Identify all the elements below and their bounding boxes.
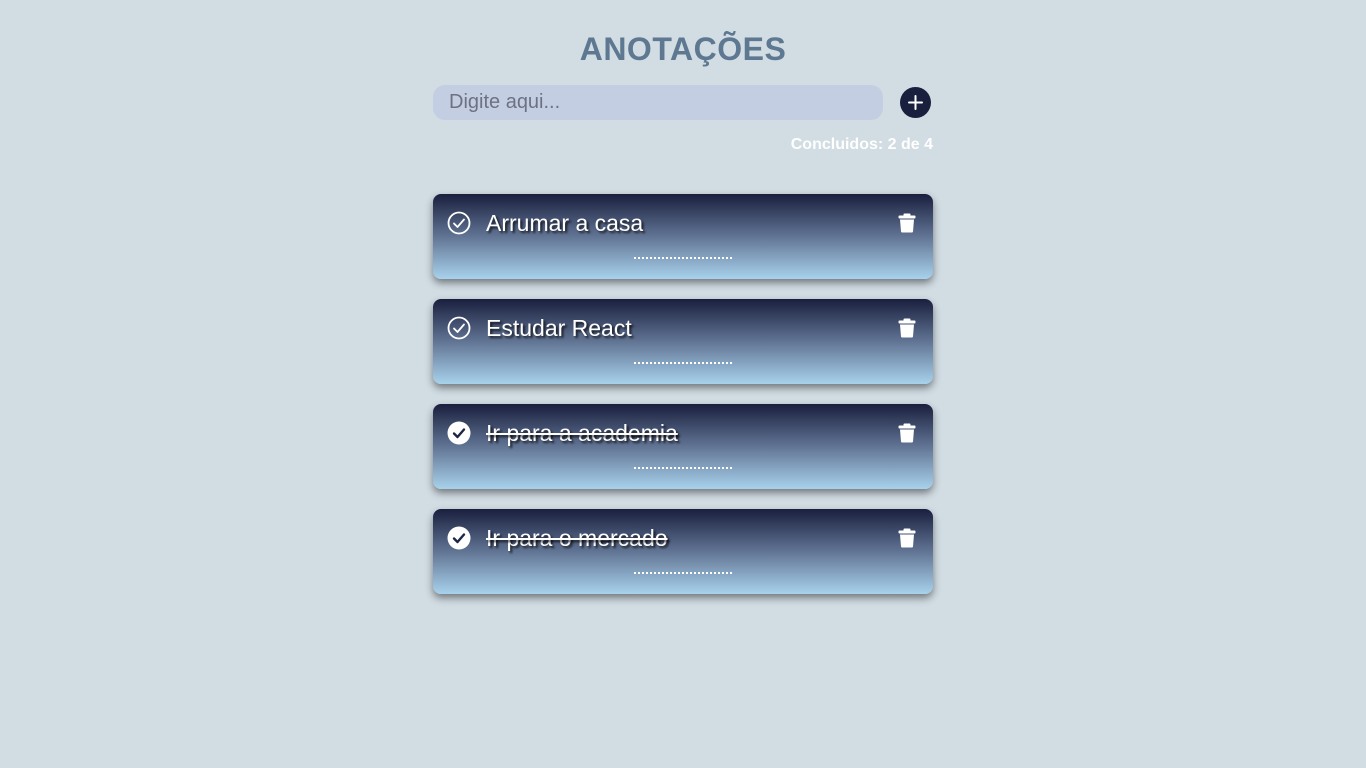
- new-task-row: [433, 85, 933, 120]
- completed-counter: Concluidos: 2 de 4: [790, 136, 933, 153]
- trash-icon[interactable]: [898, 423, 916, 443]
- task-text: Arrumar a casa: [486, 210, 644, 236]
- new-task-input[interactable]: [433, 85, 883, 120]
- task-card: Arrumar a casa: [433, 194, 933, 279]
- check-circle-icon[interactable]: [447, 316, 471, 340]
- check-circle-icon[interactable]: [447, 211, 471, 235]
- check-circle-filled-icon[interactable]: [447, 421, 471, 445]
- task-card: Estudar React: [433, 299, 933, 384]
- task-card: Ir para o mercado: [433, 509, 933, 594]
- check-circle-filled-icon[interactable]: [447, 526, 471, 550]
- task-text: Ir para a academia: [486, 420, 678, 446]
- task-text: Ir para o mercado: [486, 525, 668, 551]
- trash-icon[interactable]: [898, 528, 916, 548]
- task-text: Estudar React: [486, 315, 632, 341]
- trash-icon[interactable]: [898, 318, 916, 338]
- task-divider: [634, 362, 732, 364]
- add-task-button[interactable]: [900, 87, 931, 118]
- task-divider: [634, 467, 732, 469]
- task-divider: [634, 572, 732, 574]
- todo-app: ANOTAÇÕES Concluidos: 2 de 4 Arrumar a c…: [0, 0, 1366, 768]
- task-divider: [634, 257, 732, 259]
- plus-icon: [908, 95, 923, 110]
- trash-icon[interactable]: [898, 213, 916, 233]
- task-card: Ir para a academia: [433, 404, 933, 489]
- page-title: ANOTAÇÕES: [579, 31, 787, 67]
